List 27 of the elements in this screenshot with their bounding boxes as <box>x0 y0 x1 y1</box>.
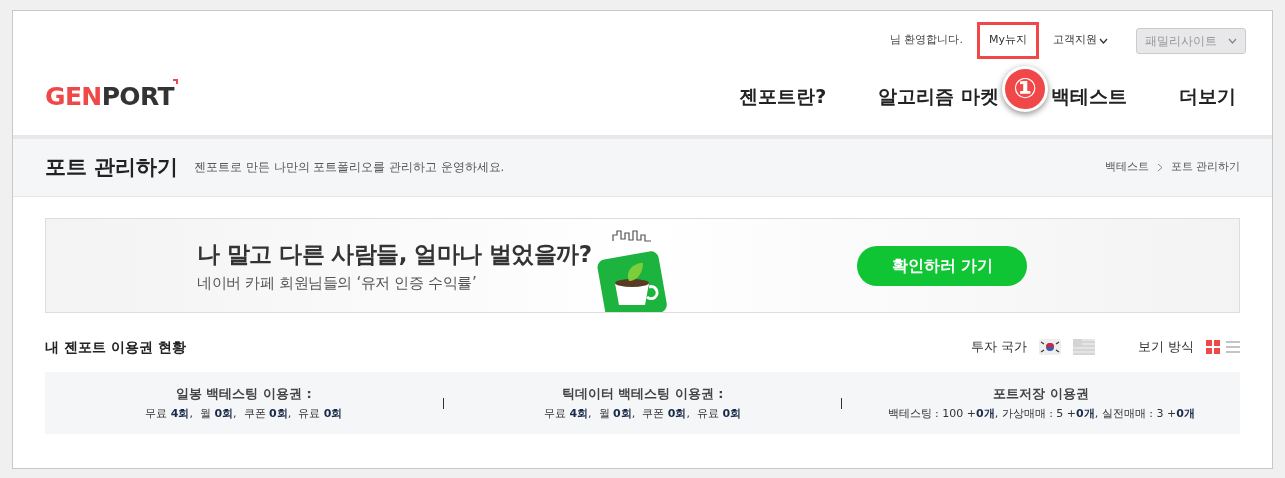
nav-item[interactable]: 더보기 <box>1179 84 1236 107</box>
pass-detail: 무료 4회, 월 0회, 쿠폰 0회, 유료 0회 <box>145 406 343 422</box>
page-title: 포트 관리하기 <box>45 153 179 181</box>
banner-headline: 나 말고 다른 사람들, 얼마나 벌었을까? <box>197 240 592 269</box>
chevron-right-icon <box>1156 163 1163 172</box>
grid-view-icon[interactable] <box>1206 340 1220 354</box>
nav-item[interactable]: 백테스트 <box>1051 84 1127 107</box>
pass-detail: 백테스팅 : 100 +0개, 가상매매 : 5 +0개, 실전매매 : 3 +0개 <box>887 406 1195 422</box>
nav-item[interactable]: 젠포트란? <box>739 84 827 107</box>
welcome-text: 님 환영합니다. <box>890 32 963 49</box>
pass-title: 포트저장 이용권 <box>993 384 1089 403</box>
pass-detail: 무료 4회, 월 0회, 쿠폰 0회, 유료 0회 <box>543 406 742 422</box>
banner[interactable]: 나 말고 다른 사람들, 얼마나 벌었을까? 네이버 카페 회원님들의 ‘유저 인증 수익률’ 확인하러 가기 <box>45 218 1240 313</box>
pass-title: 틱데이터 백테스팅 이용권 : <box>561 384 724 403</box>
country-label: 투자 국가 <box>970 338 1027 357</box>
page-description: 젠포트로 만든 나만의 포트폴리오를 관리하고 운영하세요. <box>194 158 505 176</box>
korea-flag-icon[interactable] <box>1038 339 1061 355</box>
pass-title: 일봉 백테스팅 이용권 : <box>175 384 312 403</box>
breadcrumb-link[interactable]: 포트 관리하기 <box>1170 159 1240 176</box>
banner-subline: 네이버 카페 회원님들의 ‘유저 인증 수익률’ <box>197 272 478 294</box>
nav-item[interactable]: 알고리즘 마켓 <box>878 84 999 107</box>
breadcrumb-link[interactable]: 백테스트 <box>1104 159 1149 176</box>
view-label: 보기 방식 <box>1137 338 1194 357</box>
section-title: 내 젠포트 이용권 현황 <box>45 337 186 357</box>
nav-link[interactable]: My뉴지 <box>977 22 1039 59</box>
nav-link[interactable]: 고객지원 <box>1053 32 1108 49</box>
chevron-down-icon <box>1228 37 1237 44</box>
